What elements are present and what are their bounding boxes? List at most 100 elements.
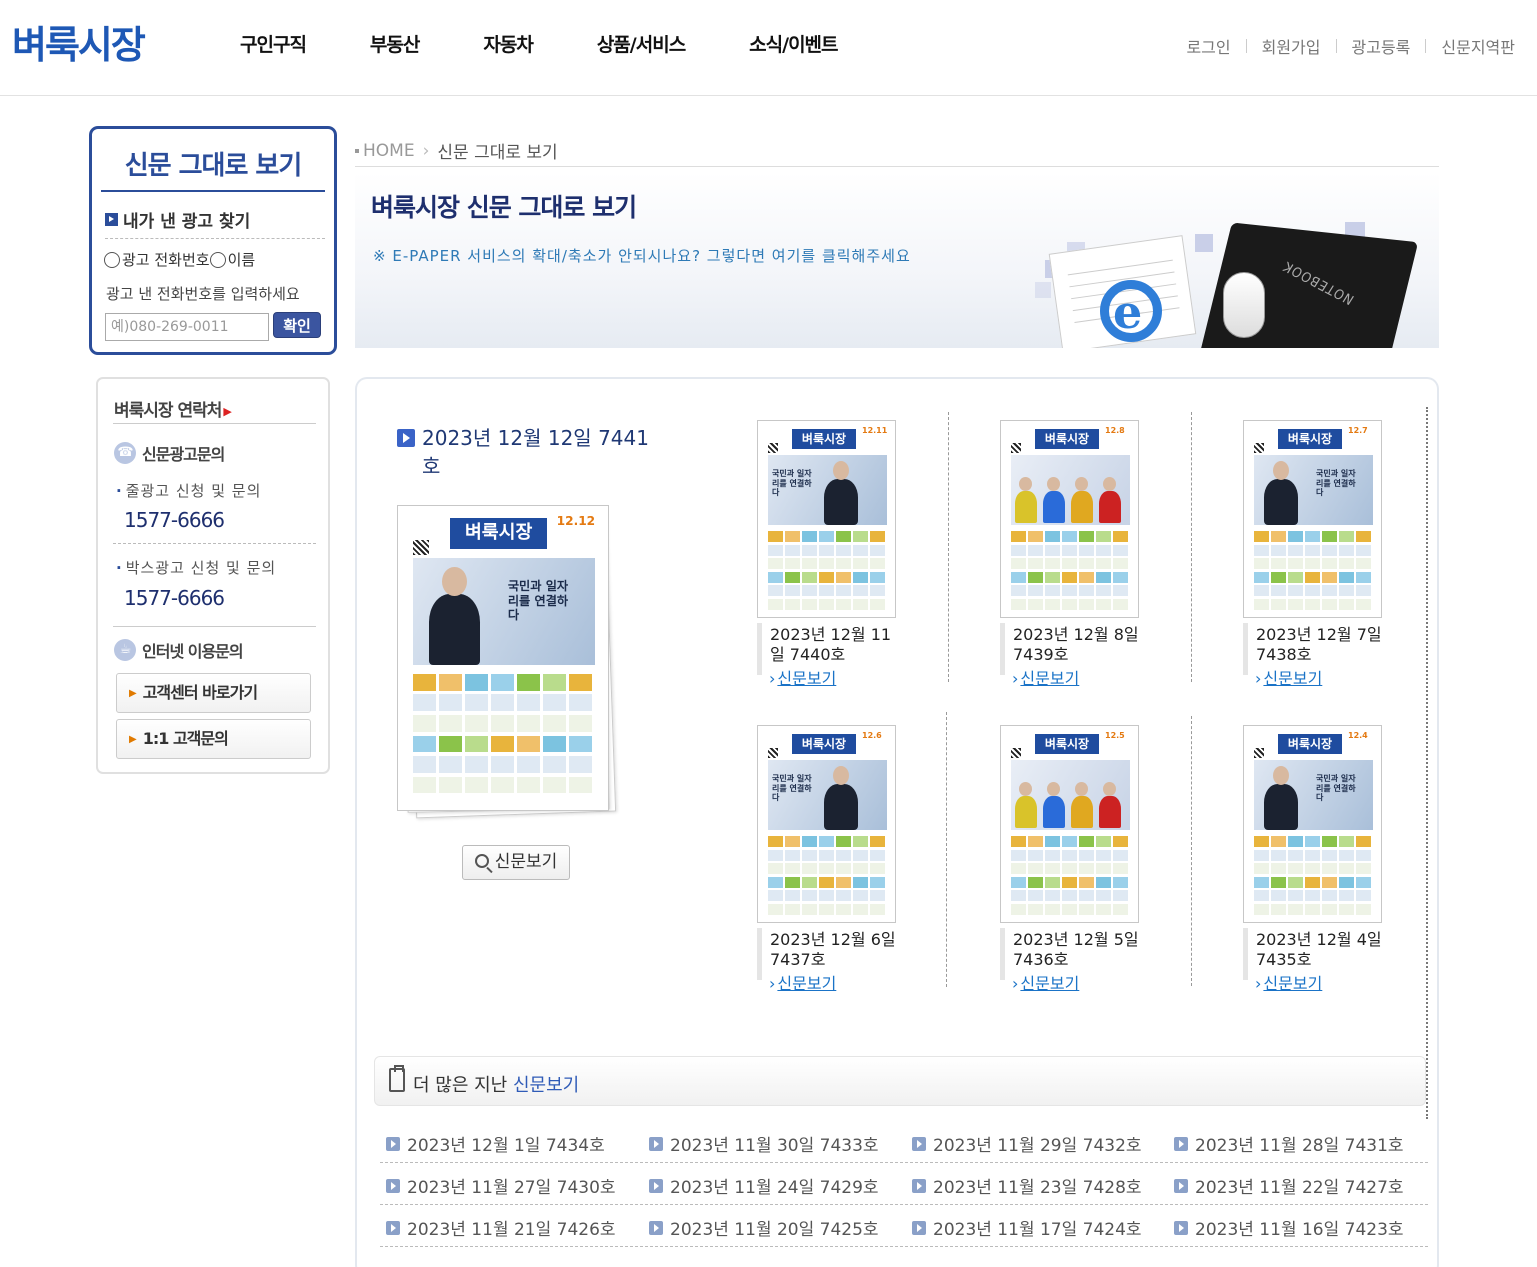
view-latest-button[interactable]: 신문보기 bbox=[462, 845, 570, 880]
past-issue-link[interactable]: 2023년 12월 1일 7434호 bbox=[386, 1131, 605, 1156]
past-issue-link[interactable]: 2023년 11월 20일 7425호 bbox=[649, 1215, 879, 1240]
divider bbox=[113, 543, 316, 544]
issue-date: 2023년 12월 4일 7435호 bbox=[1256, 930, 1382, 969]
arrow-bullet-icon bbox=[386, 1136, 400, 1151]
caption-bar bbox=[757, 623, 762, 675]
more-issues-row: 2023년 11월 27일 7430호 2023년 11월 24일 7429호 20… bbox=[380, 1163, 1428, 1205]
arrow-bullet-icon bbox=[397, 429, 415, 447]
newspaper-masthead: 벼룩시장 bbox=[1035, 734, 1099, 754]
breadcrumb: HOME › 신문 그대로 보기 bbox=[355, 138, 558, 163]
issue-date: 2023년 12월 5일 7436호 bbox=[1013, 930, 1139, 969]
issue-thumbnail[interactable]: 벼룩시장 12.11 국민과 일자리를 연결하다 bbox=[757, 420, 896, 618]
past-issue-link[interactable]: 2023년 11월 29일 7432호 bbox=[912, 1131, 1142, 1156]
past-issue-link[interactable]: 2023년 11월 27일 7430호 bbox=[386, 1173, 616, 1198]
past-issue-link[interactable]: 2023년 11월 23일 7428호 bbox=[912, 1173, 1142, 1198]
issue-date: 2023년 12월 11일 7440호 bbox=[770, 625, 892, 664]
past-issue-label: 2023년 11월 30일 7433호 bbox=[670, 1136, 879, 1156]
view-issue-link[interactable]: 신문보기 bbox=[1255, 665, 1322, 689]
past-issue-link[interactable]: 2023년 11월 22일 7427호 bbox=[1174, 1173, 1404, 1198]
breadcrumb-current: 신문 그대로 보기 bbox=[437, 143, 558, 163]
internet-inquiry-text: 인터넷 이용문의 bbox=[142, 642, 244, 661]
arrow-right-icon: ▶ bbox=[129, 733, 137, 745]
issue-date: 2023년 12월 7일 7438호 bbox=[1256, 625, 1382, 664]
more-issues-row: 2023년 11월 21일 7426호 2023년 11월 20일 7425호 20… bbox=[380, 1205, 1428, 1247]
caption-bar bbox=[1243, 623, 1248, 675]
regional-edition-link[interactable]: 신문지역판 bbox=[1441, 34, 1515, 58]
nav-jobs[interactable]: 구인구직 bbox=[240, 30, 307, 57]
phone-input[interactable] bbox=[105, 313, 269, 341]
my-ad-subtitle-text: 내가 낸 광고 찾기 bbox=[123, 212, 251, 232]
view-issue-link[interactable]: 신문보기 bbox=[1012, 970, 1079, 994]
chevron-right-icon: › bbox=[422, 140, 430, 161]
latest-issue-cover[interactable]: 벼룩시장 12.12 국민과 일자리를 연결하다 bbox=[397, 505, 617, 819]
view-issue-link[interactable]: 신문보기 bbox=[1012, 665, 1079, 689]
nav-goods-services[interactable]: 상품/서비스 bbox=[597, 30, 686, 57]
contact-box: 벼룩시장 연락처▶ ☎신문광고문의 줄광고 신청 및 문의 1577-6666 … bbox=[90, 371, 336, 780]
more-issues-row: 2023년 12월 1일 7434호 2023년 11월 30일 7433호 202… bbox=[380, 1121, 1428, 1163]
radio-name-label[interactable]: 이름 bbox=[228, 249, 256, 270]
radio-name[interactable] bbox=[209, 251, 226, 268]
issue-thumbnail[interactable]: 벼룩시장 12.6 국민과 일자리를 연결하다 bbox=[757, 725, 896, 923]
view-issue-link[interactable]: 신문보기 bbox=[1255, 970, 1322, 994]
issue-thumbnail[interactable]: 벼룩시장 12.7 국민과 일자리를 연결하다 bbox=[1243, 420, 1382, 618]
past-issue-label: 2023년 12월 1일 7434호 bbox=[407, 1136, 605, 1156]
past-issue-label: 2023년 11월 24일 7429호 bbox=[670, 1178, 879, 1198]
divider bbox=[948, 412, 949, 682]
issue-date-tag: 12.11 bbox=[862, 426, 888, 435]
view-issue-link[interactable]: 신문보기 bbox=[769, 665, 836, 689]
newspaper-masthead: 벼룩시장 bbox=[792, 734, 856, 754]
past-issue-label: 2023년 11월 29일 7432호 bbox=[933, 1136, 1142, 1156]
view-latest-label: 신문보기 bbox=[494, 852, 558, 872]
breadcrumb-home[interactable]: HOME bbox=[363, 141, 415, 161]
ad-register-link[interactable]: 광고등록 bbox=[1352, 34, 1411, 58]
past-issue-label: 2023년 11월 17일 7424호 bbox=[933, 1220, 1142, 1240]
view-issue-link[interactable]: 신문보기 bbox=[769, 970, 836, 994]
notebook-label: NOTEBOOK bbox=[1280, 257, 1358, 307]
zoom-icon bbox=[474, 854, 489, 868]
clipboard-icon bbox=[389, 1065, 405, 1092]
confirm-button[interactable]: 확인 bbox=[273, 312, 321, 338]
newspaper-masthead: 벼룩시장 bbox=[1035, 429, 1099, 449]
newspaper-masthead: 벼룩시장 bbox=[449, 518, 548, 549]
arrow-bullet-icon bbox=[1174, 1220, 1188, 1235]
radio-phone[interactable] bbox=[104, 251, 120, 268]
internet-inquiry-heading: ☕ 인터넷 이용문의 bbox=[114, 638, 244, 662]
caption-bar bbox=[757, 928, 762, 980]
issue-thumbnail[interactable]: 벼룩시장 12.8 bbox=[1000, 420, 1139, 618]
issue-thumbnail[interactable]: 벼룩시장 12.4 국민과 일자리를 연결하다 bbox=[1243, 725, 1382, 923]
nav-news-events[interactable]: 소식/이벤트 bbox=[749, 30, 838, 57]
phone-icon: ☎ bbox=[114, 442, 136, 464]
past-issue-link[interactable]: 2023년 11월 21일 7426호 bbox=[386, 1215, 616, 1240]
past-issue-link[interactable]: 2023년 11월 17일 7424호 bbox=[912, 1215, 1142, 1240]
latest-issue-title: 2023년 12월 12일 7441호 bbox=[397, 424, 657, 480]
nav-cars[interactable]: 자동차 bbox=[483, 30, 533, 57]
phone-hint: 광고 낸 전화번호를 입력하세요 bbox=[106, 285, 300, 303]
search-type-radios: 광고 전화번호 이름 bbox=[104, 249, 255, 270]
page-title: 벼룩시장 신문 그대로 보기 bbox=[371, 193, 637, 222]
ad-inquiry-heading: ☎ 신문광고문의 bbox=[114, 441, 225, 465]
past-issue-link[interactable]: 2023년 11월 30일 7433호 bbox=[649, 1131, 879, 1156]
past-issue-link[interactable]: 2023년 11월 24일 7429호 bbox=[649, 1173, 879, 1198]
cs-center-button[interactable]: ▶ 고객센터 바로가기 bbox=[116, 673, 311, 713]
radio-phone-label[interactable]: 광고 전화번호 bbox=[122, 249, 210, 270]
main-nav: 구인구직 부동산 자동차 상품/서비스 소식/이벤트 bbox=[240, 30, 902, 57]
line-ad-label: 줄광고 신청 및 문의 bbox=[116, 480, 261, 501]
login-link[interactable]: 로그인 bbox=[1186, 34, 1230, 58]
site-logo[interactable]: 벼룩시장 bbox=[12, 14, 146, 69]
arrow-bullet-icon bbox=[912, 1220, 926, 1235]
past-issue-label: 2023년 11월 21일 7426호 bbox=[407, 1220, 616, 1240]
nav-realestate[interactable]: 부동산 bbox=[370, 30, 420, 57]
epaper-help-link[interactable]: ※ E-PAPER 서비스의 확대/축소가 안되시나요? 그렇다면 여기를 클릭… bbox=[373, 245, 911, 266]
past-issue-label: 2023년 11월 20일 7425호 bbox=[670, 1220, 879, 1240]
newspaper-masthead: 벼룩시장 bbox=[1278, 734, 1342, 754]
divider bbox=[1191, 412, 1192, 682]
arrow-bullet-icon bbox=[912, 1136, 926, 1151]
signup-link[interactable]: 회원가입 bbox=[1262, 34, 1321, 58]
one-on-one-button[interactable]: ▶ 1:1 고객문의 bbox=[116, 719, 311, 759]
divider bbox=[113, 626, 316, 627]
issue-date: 2023년 12월 8일 7439호 bbox=[1013, 625, 1139, 664]
box-ad-phone: 1577-6666 bbox=[124, 586, 225, 610]
issue-thumbnail[interactable]: 벼룩시장 12.5 bbox=[1000, 725, 1139, 923]
past-issue-link[interactable]: 2023년 11월 16일 7423호 bbox=[1174, 1215, 1404, 1240]
past-issue-link[interactable]: 2023년 11월 28일 7431호 bbox=[1174, 1131, 1404, 1156]
